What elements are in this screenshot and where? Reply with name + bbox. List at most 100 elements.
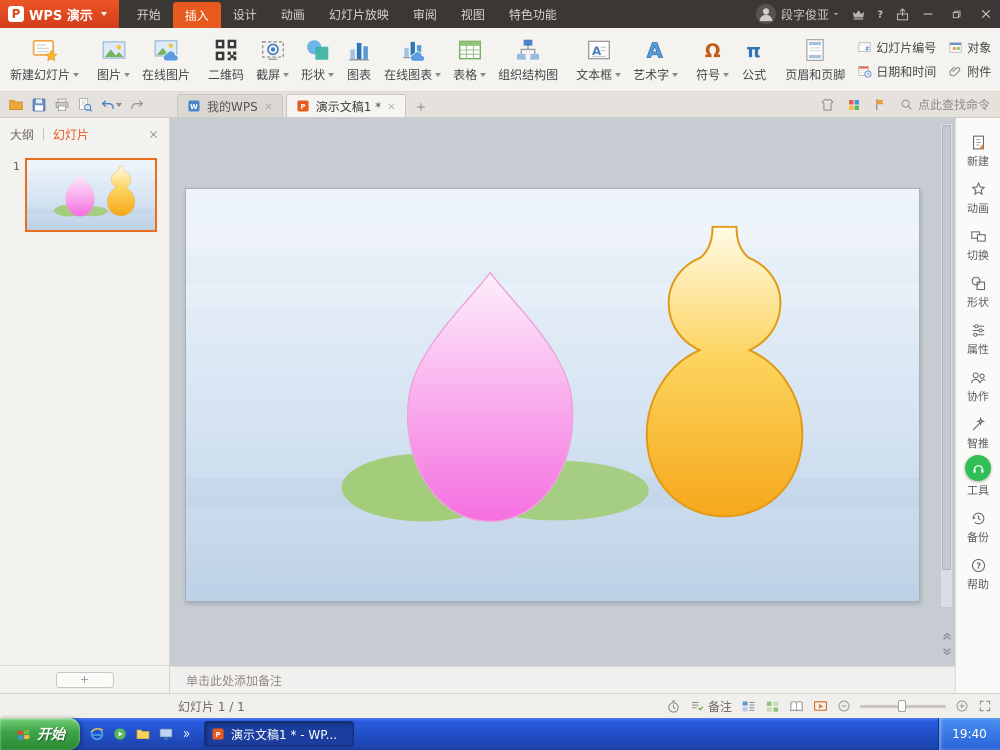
- menu-tab-review[interactable]: 审阅: [401, 0, 449, 28]
- slides-tab[interactable]: 幻灯片: [53, 126, 89, 143]
- zoom-out-button[interactable]: [837, 699, 851, 713]
- side-anim-icon: [970, 181, 987, 198]
- notes-area[interactable]: 单击此处添加备注: [170, 666, 955, 693]
- membership-icon[interactable]: [847, 0, 869, 28]
- fit-slide-button[interactable]: [978, 699, 992, 713]
- menu-tab-animation[interactable]: 动画: [269, 0, 317, 28]
- outline-tab[interactable]: 大纲: [10, 126, 34, 143]
- save-button[interactable]: [28, 95, 50, 115]
- ribbon-object-button[interactable]: 对象: [948, 39, 991, 56]
- open-button[interactable]: [5, 95, 27, 115]
- scrollbar-thumb[interactable]: [942, 125, 951, 570]
- ribbon-table-button[interactable]: 表格: [447, 30, 492, 89]
- show-desktop-icon[interactable]: [158, 726, 174, 742]
- sidebar-smart-recommend-button[interactable]: 智推: [956, 410, 1000, 457]
- quick-launch-expand-icon[interactable]: [181, 729, 191, 739]
- ribbon-attachment-button[interactable]: 附件: [948, 63, 991, 80]
- sidebar-properties-button[interactable]: 属性: [956, 316, 1000, 363]
- document-tabs: W我的WPSP演示文稿1 *: [177, 92, 431, 117]
- help-icon[interactable]: ?: [869, 0, 891, 28]
- feedback-icon[interactable]: [891, 0, 913, 28]
- sidebar-transition-button[interactable]: 切换: [956, 222, 1000, 269]
- sidebar-animation-button[interactable]: 动画: [956, 175, 1000, 222]
- menu-tab-insert[interactable]: 插入: [173, 2, 221, 28]
- close-tab-icon[interactable]: [264, 102, 273, 111]
- ribbon-online-picture-button[interactable]: 在线图片: [136, 30, 196, 89]
- flag-icon[interactable]: [873, 97, 888, 112]
- ribbon-qrcode-button[interactable]: 二维码: [202, 30, 250, 89]
- ribbon-wordart-button[interactable]: A艺术字: [627, 30, 684, 89]
- sidebar-new-button[interactable]: 新建: [956, 128, 1000, 175]
- print-preview-button[interactable]: [74, 95, 96, 115]
- slide-sorter-view-button[interactable]: [765, 699, 780, 714]
- minimize-button[interactable]: [913, 0, 942, 28]
- print-button[interactable]: [51, 95, 73, 115]
- ribbon-datetime-button[interactable]: 日期和时间: [857, 63, 936, 80]
- ribbon-picture-button[interactable]: 图片: [91, 30, 136, 89]
- notes-toggle[interactable]: 备注: [690, 698, 732, 715]
- new-tab-button[interactable]: [411, 97, 431, 117]
- normal-view-button[interactable]: [741, 699, 756, 714]
- close-panel-icon[interactable]: [148, 129, 159, 140]
- ribbon-org-chart-button[interactable]: 组织结构图: [492, 30, 564, 89]
- sidebar-button-label: 协作: [967, 388, 989, 404]
- add-slide-button[interactable]: [56, 672, 114, 688]
- document-tab-my-wps[interactable]: W我的WPS: [177, 94, 283, 117]
- ribbon-button-label: 文本框: [576, 66, 612, 83]
- zoom-in-button[interactable]: [955, 699, 969, 713]
- ribbon-shapes-button[interactable]: 形状: [295, 30, 340, 89]
- user-name[interactable]: 段字俊亚: [781, 6, 829, 23]
- restore-button[interactable]: [942, 0, 971, 28]
- side-help-icon: ?: [970, 557, 987, 574]
- sidebar-backup-button[interactable]: 备份: [956, 504, 1000, 551]
- ribbon-header-footer-button[interactable]: 页眉和页脚: [779, 30, 851, 89]
- ribbon-group-5: 页眉和页脚 #幻灯片编号日期和时间对象附件: [779, 30, 997, 89]
- slide-thumbnail[interactable]: [25, 158, 157, 232]
- customer-service-badge[interactable]: [965, 455, 991, 481]
- command-search[interactable]: 点此查找命令: [900, 96, 990, 113]
- online-picture-icon: [153, 36, 179, 64]
- ribbon-symbol-button[interactable]: Ω符号: [690, 30, 735, 89]
- ribbon-screenshot-button[interactable]: 截屏: [250, 30, 295, 89]
- redo-button[interactable]: [126, 95, 148, 115]
- skin-icon[interactable]: [820, 97, 835, 112]
- reading-view-button[interactable]: [789, 699, 804, 714]
- menu-tab-design[interactable]: 设计: [221, 0, 269, 28]
- rehearse-timer-icon[interactable]: [666, 699, 681, 714]
- wps-app-menu[interactable]: P WPS 演示: [0, 0, 119, 28]
- zoom-slider[interactable]: [860, 705, 946, 708]
- close-tab-icon[interactable]: [387, 102, 396, 111]
- start-button[interactable]: 开始: [0, 718, 80, 750]
- zoom-slider-handle[interactable]: [898, 700, 906, 712]
- apps-grid-icon[interactable]: [847, 98, 861, 112]
- chevron-down-icon: [615, 73, 621, 77]
- sidebar-shape-button[interactable]: 形状: [956, 269, 1000, 316]
- next-slide-button[interactable]: [941, 646, 953, 658]
- undo-button[interactable]: [97, 95, 125, 115]
- ribbon-new-slide-button[interactable]: 新建幻灯片: [4, 30, 85, 89]
- document-tab-document1[interactable]: P演示文稿1 *: [286, 94, 406, 117]
- close-button[interactable]: [971, 0, 1000, 28]
- media-player-icon[interactable]: [112, 726, 128, 742]
- taskbar-window-button[interactable]: P 演示文稿1 * - WP...: [204, 721, 354, 747]
- panel-tabs: 大纲 幻灯片: [0, 118, 169, 150]
- editing-canvas[interactable]: [170, 118, 955, 666]
- menu-tab-special-features[interactable]: 特色功能: [497, 0, 569, 28]
- ribbon-chart-button[interactable]: 图表: [340, 30, 378, 89]
- slide[interactable]: [185, 188, 920, 602]
- internet-explorer-icon[interactable]: [89, 726, 105, 742]
- sidebar-collaborate-button[interactable]: 协作: [956, 363, 1000, 410]
- explorer-icon[interactable]: [135, 726, 151, 742]
- sidebar-help-button[interactable]: ?帮助: [956, 551, 1000, 598]
- ribbon-formula-button[interactable]: π公式: [735, 30, 773, 89]
- menu-tab-slideshow[interactable]: 幻灯片放映: [317, 0, 401, 28]
- previous-slide-button[interactable]: [941, 630, 953, 642]
- ribbon-textbox-button[interactable]: A文本框: [570, 30, 627, 89]
- menu-tab-home[interactable]: 开始: [125, 0, 173, 28]
- ribbon-slide-number-button[interactable]: #幻灯片编号: [857, 39, 936, 56]
- vertical-scrollbar[interactable]: [940, 123, 953, 608]
- slideshow-button[interactable]: [813, 699, 828, 714]
- ribbon-online-chart-button[interactable]: 在线图表: [378, 30, 447, 89]
- menu-tab-view[interactable]: 视图: [449, 0, 497, 28]
- user-avatar[interactable]: [756, 4, 776, 24]
